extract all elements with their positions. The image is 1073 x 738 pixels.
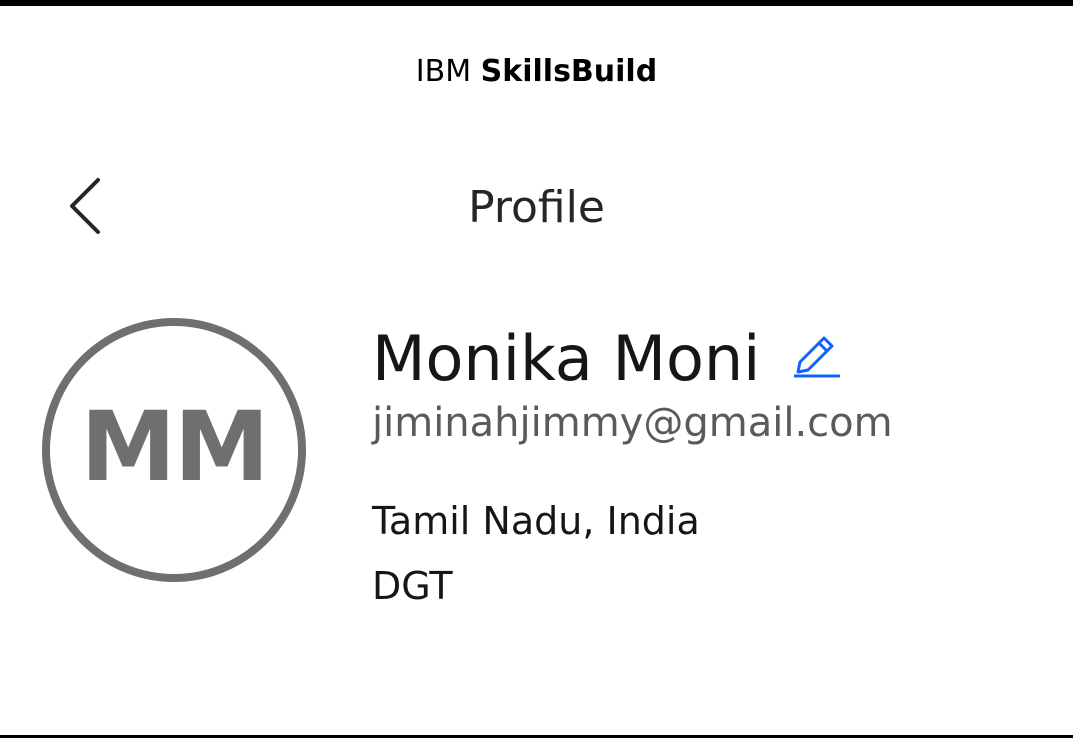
- avatar-initials: MM: [80, 391, 269, 503]
- top-border: [0, 0, 1073, 6]
- page-title: Profile: [468, 182, 605, 233]
- user-location: Tamil Nadu, India: [372, 499, 700, 543]
- pencil-edit-icon: [790, 326, 842, 382]
- brand-name: SkillsBuild: [480, 54, 658, 89]
- user-organization: DGT: [372, 564, 453, 608]
- name-row: Monika Moni: [372, 322, 842, 396]
- avatar: MM: [42, 318, 306, 582]
- brand-logo: IBM SkillsBuild: [0, 52, 1073, 92]
- brand-prefix: IBM: [415, 54, 472, 89]
- user-name: Monika Moni: [372, 322, 761, 395]
- user-email: jiminahjimmy@gmail.com: [372, 400, 893, 446]
- edit-profile-button[interactable]: [790, 328, 842, 380]
